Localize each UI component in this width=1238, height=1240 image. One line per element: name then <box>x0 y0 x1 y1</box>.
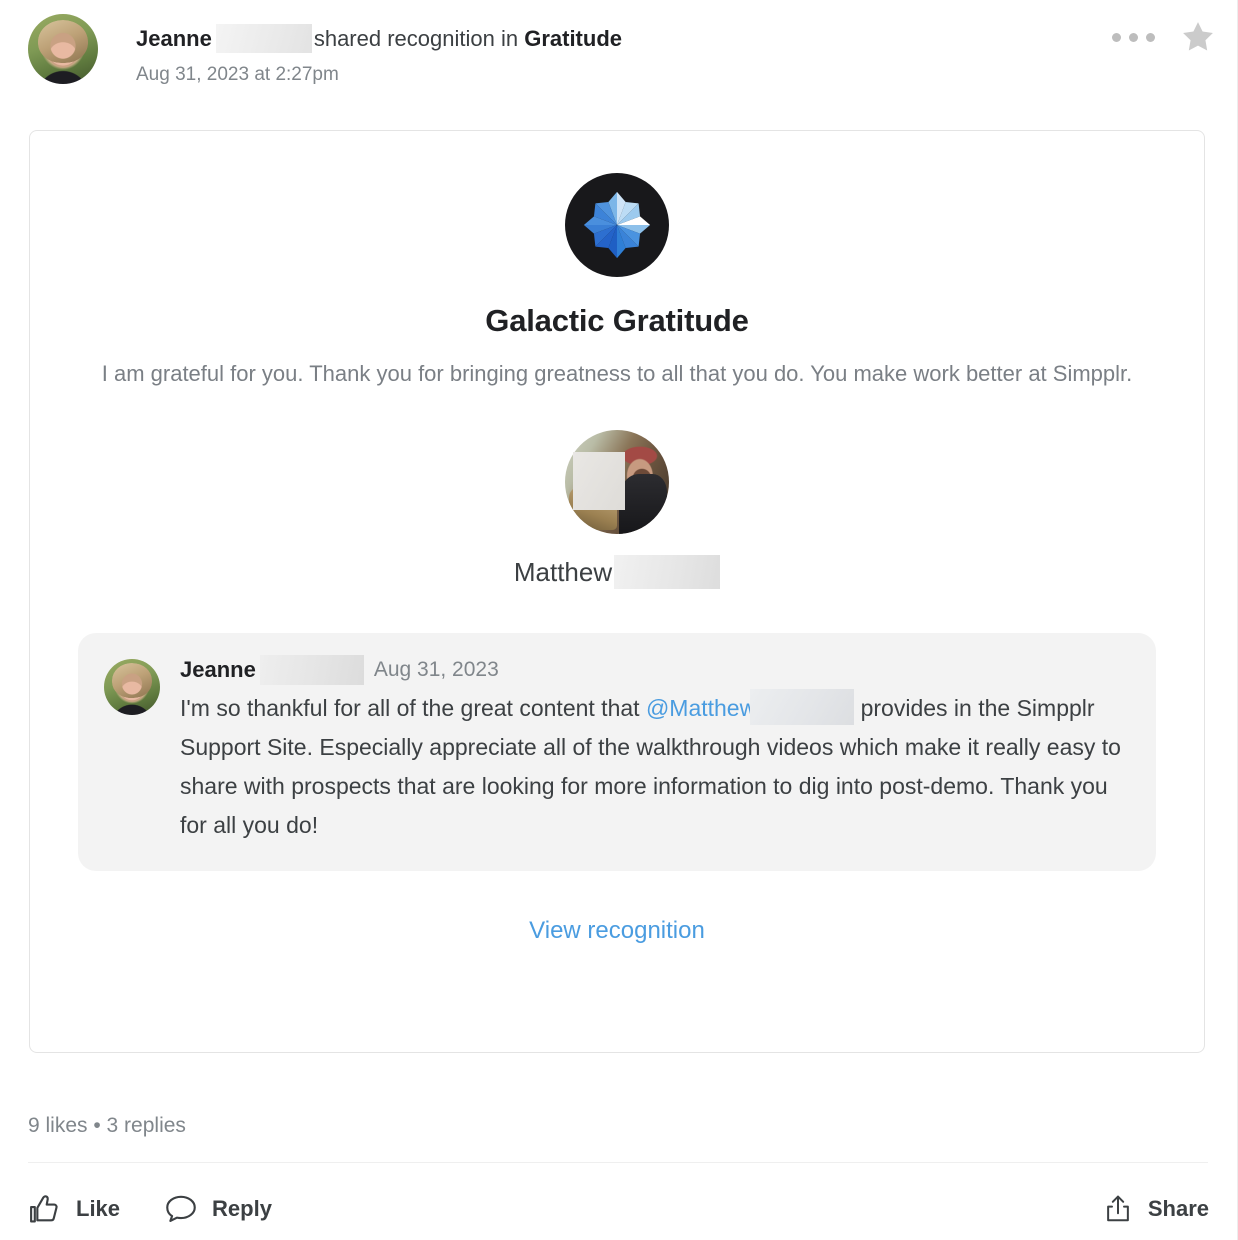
comment-text: I'm so thankful for all of the great con… <box>180 689 1130 845</box>
recognition-card: Galactic Gratitude I am grateful for you… <box>29 130 1205 1053</box>
dot <box>1146 32 1155 42</box>
star-icon[interactable] <box>1179 18 1217 56</box>
avatar[interactable] <box>28 14 98 84</box>
recipient-avatar-wrap[interactable] <box>565 430 669 534</box>
post-header-title: Jeanne shared recognition in Gratitude <box>136 24 622 54</box>
badge-container <box>30 173 1204 277</box>
reply-label: Reply <box>212 1196 272 1221</box>
eight-point-star-icon <box>583 191 651 259</box>
recognition-title: Galactic Gratitude <box>485 303 749 338</box>
redacted-avatar-region <box>573 452 625 510</box>
redacted-comment-author-surname <box>259 655 364 685</box>
footer-divider <box>28 1162 1208 1163</box>
galactic-star-badge-icon <box>565 173 669 277</box>
recognition-comment: Jeanne Aug 31, 2023 I'm so thankful for … <box>78 633 1156 871</box>
recognition-recipient: Matthew <box>30 430 1204 589</box>
share-label: Share <box>1147 1196 1209 1221</box>
comment-text-before-mention: I'm so thankful for all of the great con… <box>180 695 646 721</box>
mention-link[interactable]: @Matthew <box>646 695 756 721</box>
post-container: Jeanne shared recognition in Gratitude Au… <box>0 0 1238 1240</box>
space-name[interactable]: Gratitude <box>524 26 622 51</box>
recipient-first-name[interactable]: Matthew <box>514 557 612 588</box>
post-timestamp: Aug 31, 2023 at 2:27pm <box>136 64 339 85</box>
dot <box>1129 32 1138 42</box>
redacted-recipient-surname <box>614 555 721 589</box>
like-button[interactable]: Like <box>28 1193 120 1225</box>
post-actions: Like Reply Share <box>28 1186 1209 1232</box>
recipient-name: Matthew <box>30 555 1204 589</box>
comment-meta: Jeanne Aug 31, 2023 <box>180 655 1130 685</box>
redacted-author-surname <box>215 24 312 54</box>
speech-bubble-icon <box>166 1195 196 1222</box>
avatar[interactable] <box>104 659 160 715</box>
thumbs-up-icon <box>30 1195 58 1223</box>
comment-date: Aug 31, 2023 <box>373 658 499 681</box>
comment-author-name[interactable]: Jeanne <box>180 655 256 685</box>
view-recognition-link[interactable]: View recognition <box>529 917 705 944</box>
more-options-icon[interactable] <box>1110 27 1157 48</box>
dot <box>1112 32 1121 42</box>
redacted-mention-surname <box>750 689 855 725</box>
author-name[interactable]: Jeanne <box>136 26 212 51</box>
post-header: Jeanne shared recognition in Gratitude Au… <box>28 10 1217 106</box>
view-recognition-container: View recognition <box>30 917 1204 945</box>
post-stats[interactable]: 9 likes • 3 replies <box>28 1114 186 1138</box>
comment-body: Jeanne Aug 31, 2023 I'm so thankful for … <box>180 655 1130 845</box>
post-header-text: Jeanne shared recognition in Gratitude Au… <box>136 24 622 88</box>
reply-button[interactable]: Reply <box>164 1193 272 1225</box>
like-label: Like <box>76 1196 121 1221</box>
share-button[interactable]: Share <box>1102 1193 1209 1225</box>
post-header-actions <box>1110 18 1217 56</box>
post-action-text: shared recognition in <box>313 26 519 51</box>
recognition-description: I am grateful for you. Thank you for bri… <box>101 361 1133 386</box>
share-export-icon <box>1106 1195 1129 1222</box>
